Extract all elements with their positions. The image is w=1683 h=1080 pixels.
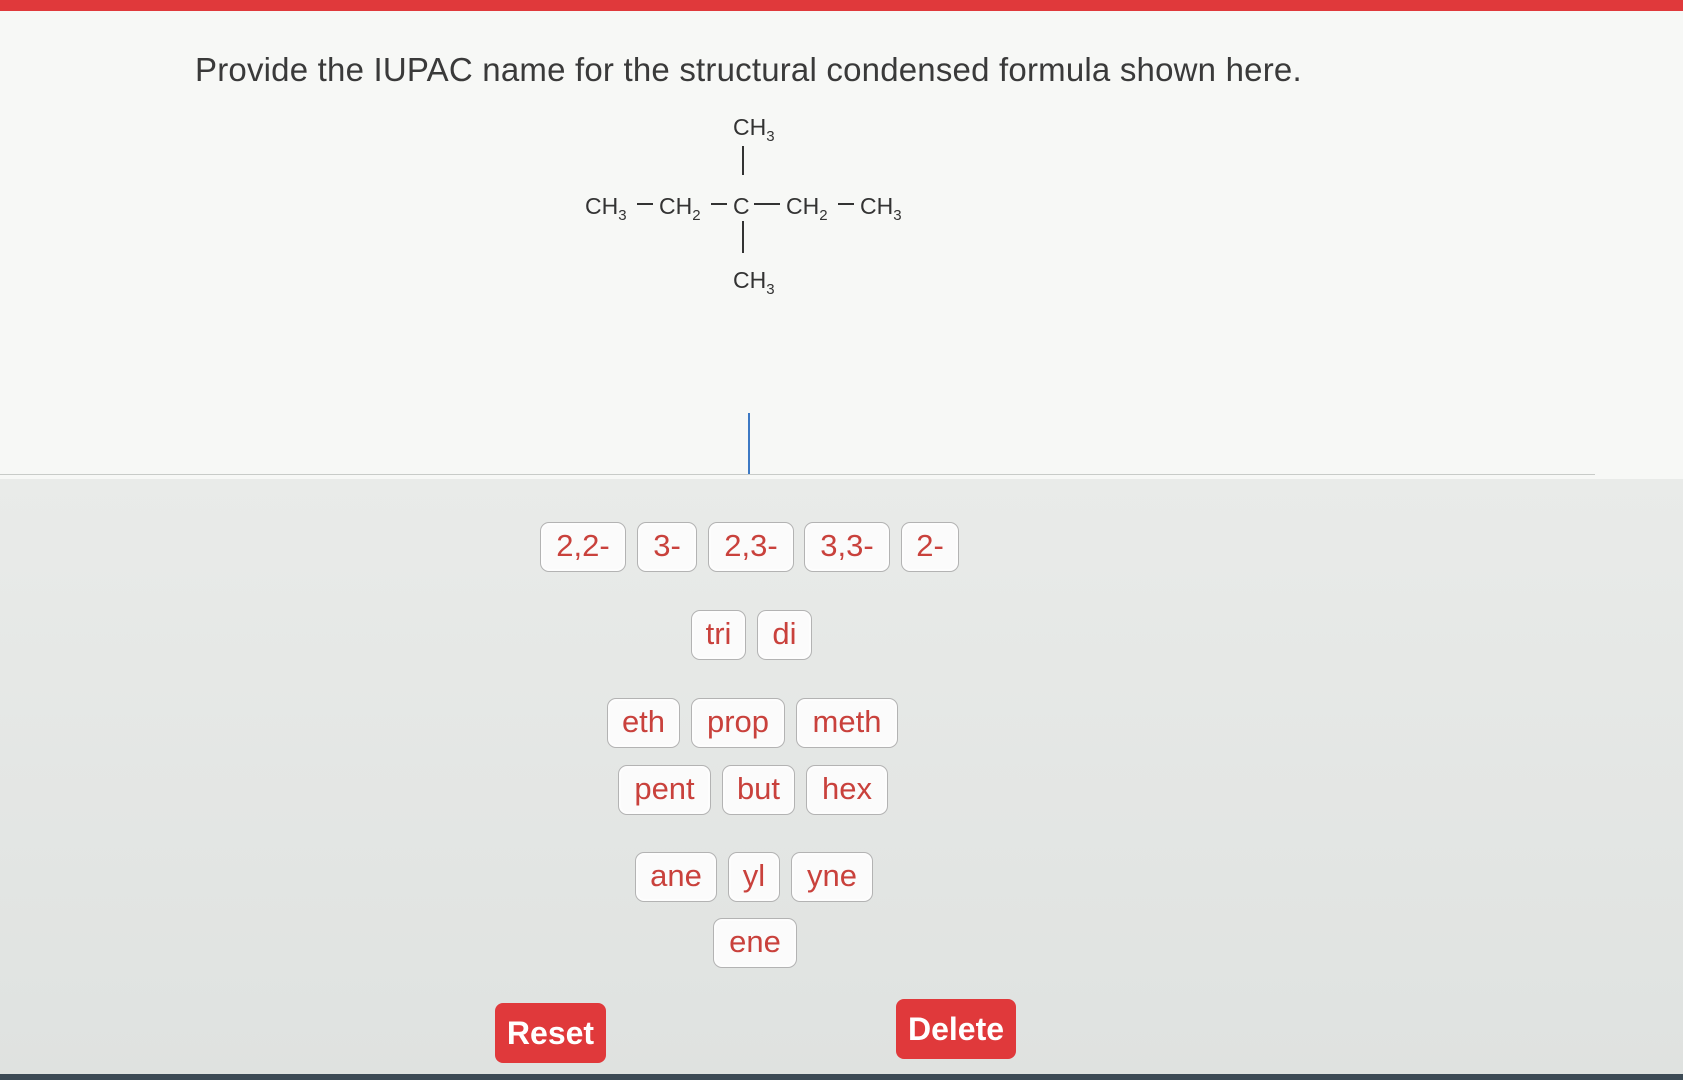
top-accent-bar bbox=[0, 0, 1683, 11]
tile-prefix-di[interactable]: di bbox=[757, 610, 812, 660]
chain-carbon-2: CH2 bbox=[659, 193, 701, 224]
tile-locant-2[interactable]: 2- bbox=[901, 522, 959, 572]
tile-locant-2-2[interactable]: 2,2- bbox=[540, 522, 626, 572]
tile-suffix-yne[interactable]: yne bbox=[791, 852, 873, 902]
tile-suffix-ene[interactable]: ene bbox=[713, 918, 797, 968]
reset-button[interactable]: Reset bbox=[495, 1003, 606, 1063]
chain-carbon-1: CH3 bbox=[585, 193, 627, 224]
chain-carbon-3: C bbox=[733, 193, 750, 219]
tile-stem-pent[interactable]: pent bbox=[618, 765, 711, 815]
tile-stem-meth[interactable]: meth bbox=[796, 698, 898, 748]
structural-formula: CH3 CH3 CH2 C CH2 CH3 CH3 bbox=[585, 114, 902, 298]
question-prompt: Provide the IUPAC name for the structura… bbox=[195, 51, 1302, 88]
tile-suffix-yl[interactable]: yl bbox=[728, 852, 780, 902]
delete-button[interactable]: Delete bbox=[896, 999, 1016, 1059]
chain-carbon-4: CH2 bbox=[786, 193, 828, 224]
tile-locant-2-3[interactable]: 2,3- bbox=[708, 522, 794, 572]
bottom-substituent: CH3 bbox=[733, 267, 775, 298]
tile-stem-prop[interactable]: prop bbox=[691, 698, 785, 748]
tile-locant-3-3[interactable]: 3,3- bbox=[804, 522, 890, 572]
tile-locant-3[interactable]: 3- bbox=[637, 522, 697, 572]
top-substituent: CH3 bbox=[733, 114, 775, 145]
tile-stem-but[interactable]: but bbox=[722, 765, 795, 815]
answer-cursor bbox=[748, 413, 750, 475]
tile-stem-hex[interactable]: hex bbox=[806, 765, 888, 815]
tile-suffix-ane[interactable]: ane bbox=[635, 852, 717, 902]
bottom-edge-bar bbox=[0, 1074, 1683, 1080]
tile-prefix-tri[interactable]: tri bbox=[691, 610, 746, 660]
answer-input-underline[interactable] bbox=[0, 474, 1595, 475]
tile-stem-eth[interactable]: eth bbox=[607, 698, 680, 748]
chain-carbon-5: CH3 bbox=[860, 193, 902, 224]
question-panel: Provide the IUPAC name for the structura… bbox=[0, 11, 1683, 479]
